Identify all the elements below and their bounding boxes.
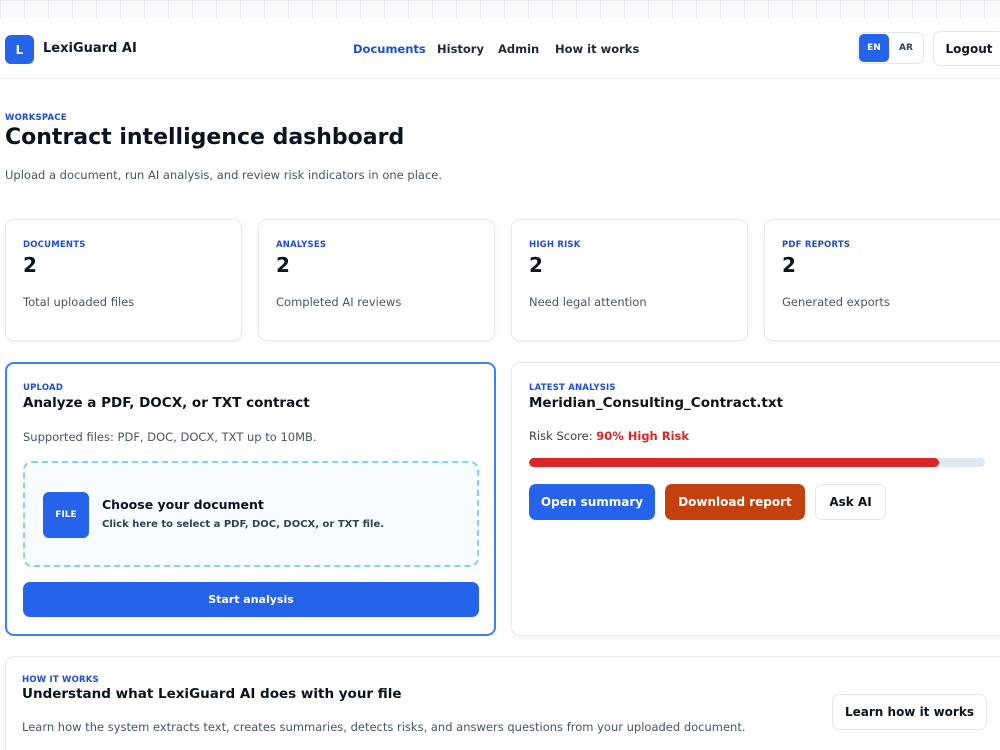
stat-value: 2 [782, 253, 796, 277]
top-header: L LexiGuard AI Documents History Admin H… [0, 18, 1000, 79]
latest-analysis-card: LATEST ANALYSIS Meridian_Consulting_Cont… [511, 362, 1000, 636]
start-analysis-button[interactable]: Start analysis [23, 582, 479, 617]
file-icon: FILE [43, 492, 89, 538]
upload-card: UPLOAD Analyze a PDF, DOCX, or TXT contr… [5, 362, 496, 636]
upload-eyebrow: UPLOAD [23, 383, 64, 393]
stat-label: PDF REPORTS [782, 240, 851, 250]
language-en-button[interactable]: EN [859, 34, 889, 62]
file-dropzone[interactable]: FILE Choose your document Click here to … [23, 461, 479, 567]
app-page: L LexiGuard AI Documents History Admin H… [0, 18, 1000, 750]
latest-filename: Meridian_Consulting_Contract.txt [529, 395, 784, 411]
ask-ai-button[interactable]: Ask AI [815, 484, 886, 520]
stat-value: 2 [529, 253, 543, 277]
stat-description: Total uploaded files [23, 295, 135, 309]
dropzone-instructions: Click here to select a PDF, DOC, DOCX, o… [102, 519, 385, 530]
risk-progress-bar [529, 458, 985, 467]
workspace-eyebrow: WORKSPACE [5, 113, 67, 123]
stat-card-pdf-reports: PDF REPORTS 2 Generated exports [764, 219, 1000, 341]
risk-score: Risk Score: 90% High Risk [529, 429, 689, 443]
logout-button[interactable]: Logout [933, 31, 1000, 66]
how-subtitle: Learn how the system extracts text, crea… [22, 720, 746, 734]
stat-card-analyses: ANALYSES 2 Completed AI reviews [258, 219, 495, 341]
stat-card-high-risk: HIGH RISK 2 Need legal attention [511, 219, 748, 341]
how-eyebrow: HOW IT WORKS [22, 675, 99, 685]
stat-label: HIGH RISK [529, 240, 581, 250]
upload-subtitle: Supported files: PDF, DOC, DOCX, TXT up … [23, 430, 317, 444]
main-nav: Documents History Admin How it works [0, 42, 1000, 58]
stat-description: Generated exports [782, 295, 890, 309]
risk-progress-fill [529, 458, 940, 467]
stat-description: Need legal attention [529, 295, 647, 309]
nav-how-it-works[interactable]: How it works [555, 42, 639, 56]
stat-value: 2 [23, 253, 37, 277]
learn-how-it-works-button[interactable]: Learn how it works [832, 694, 987, 730]
download-report-button[interactable]: Download report [665, 484, 805, 520]
latest-eyebrow: LATEST ANALYSIS [529, 383, 616, 393]
open-summary-button[interactable]: Open summary [529, 484, 655, 520]
stat-description: Completed AI reviews [276, 295, 402, 309]
stat-label: ANALYSES [276, 240, 327, 250]
language-ar-button[interactable]: AR [891, 34, 921, 62]
stat-value: 2 [276, 253, 290, 277]
dropzone-title: Choose your document [102, 497, 264, 512]
how-title: Understand what LexiGuard AI does with y… [22, 686, 402, 702]
how-it-works-card: HOW IT WORKS Understand what LexiGuard A… [5, 656, 1000, 750]
page-subtitle: Upload a document, run AI analysis, and … [5, 168, 442, 182]
upload-title: Analyze a PDF, DOCX, or TXT contract [23, 395, 310, 411]
language-switcher: EN AR [857, 32, 924, 64]
stat-card-documents: DOCUMENTS 2 Total uploaded files [5, 219, 242, 341]
page-title: Contract intelligence dashboard [5, 125, 405, 150]
nav-history[interactable]: History [437, 42, 484, 56]
stat-label: DOCUMENTS [23, 240, 86, 250]
nav-documents[interactable]: Documents [353, 42, 426, 56]
nav-admin[interactable]: Admin [498, 42, 539, 56]
risk-score-label: Risk Score: [529, 429, 593, 443]
risk-score-value: 90% High Risk [596, 429, 690, 443]
